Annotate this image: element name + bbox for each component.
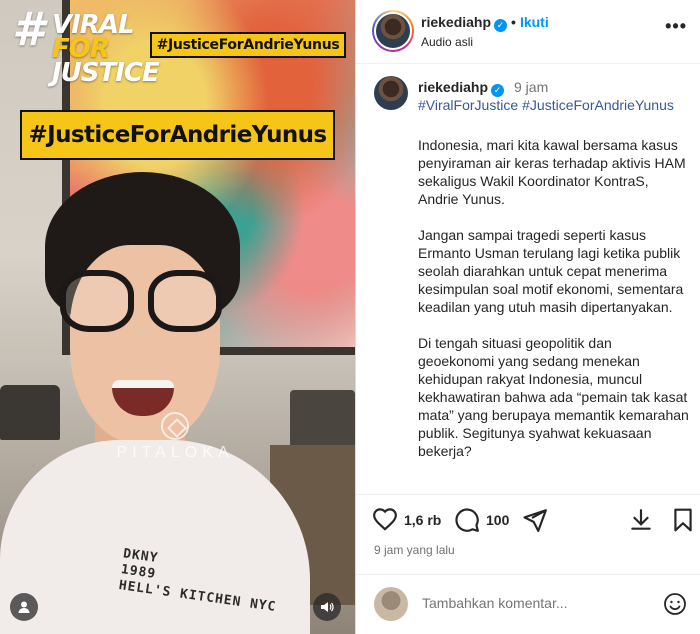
emoji-icon[interactable] (663, 592, 687, 616)
comment-button[interactable]: 100 (454, 507, 509, 533)
glasses-left-lens (60, 270, 134, 332)
comment-input[interactable] (422, 595, 652, 611)
hashtag-link[interactable]: #JusticeForAndrieYunus (522, 97, 674, 113)
author-username[interactable]: riekediahp (421, 14, 491, 30)
logo-word-justice: JUSTICE (52, 58, 160, 88)
header-user-line: riekediahp ✓ • Ikuti (421, 14, 549, 32)
caption-body: Indonesia, mari kita kawal bersama kasus… (418, 136, 690, 478)
sewing-machine (290, 390, 355, 450)
post-panel: riekediahp ✓ • Ikuti Audio asli ••• riekedi… (355, 0, 700, 634)
separator-dot: • (511, 14, 516, 30)
typewriter (0, 385, 60, 440)
original-audio-link[interactable]: Audio asli (421, 35, 473, 49)
caption-paragraph: Di tengah situasi geopolitik dan geoekon… (418, 335, 689, 459)
heart-icon (373, 508, 397, 531)
watermark-text: PITALOKA (116, 444, 234, 461)
like-button[interactable]: 1,6 rb (372, 507, 441, 533)
add-comment-bar (356, 574, 700, 634)
caption-paragraph: Jangan sampai tragedi seperti kasus Erma… (418, 227, 684, 315)
comment-icon (455, 508, 479, 532)
logo-hash: # (12, 2, 45, 56)
viewer-avatar (374, 587, 408, 621)
like-count[interactable]: 1,6 rb (404, 512, 441, 528)
share-button[interactable] (522, 507, 548, 533)
speaker-icon (321, 602, 334, 612)
hashtag-link[interactable]: #ViralForJustice (418, 97, 518, 113)
caption-username[interactable]: riekediahp ✓ (418, 79, 505, 97)
tagged-user-button[interactable] (10, 593, 38, 621)
post-header: riekediahp ✓ • Ikuti Audio asli ••• (356, 0, 700, 64)
logo-word-viral: VIRAL (52, 10, 135, 40)
save-button[interactable] (670, 507, 696, 533)
caption-hashtags: #ViralForJustice #JusticeForAndrieYunus (418, 97, 678, 113)
send-icon (523, 509, 547, 532)
hashtag-badge-large: #JusticeForAndrieYunus (20, 110, 335, 160)
caption-timestamp: 9 jam (514, 79, 549, 95)
glasses-right-lens (148, 270, 222, 332)
bookmark-icon (674, 508, 692, 532)
follow-button[interactable]: Ikuti (520, 14, 549, 30)
comment-count: 100 (486, 512, 510, 528)
reel-video[interactable]: DKNY 1989 HELL'S KITCHEN NYC # VIRAL FOR… (0, 0, 355, 634)
mute-toggle-button[interactable] (313, 593, 341, 621)
download-icon (631, 509, 651, 530)
verified-badge-icon: ✓ (494, 19, 508, 32)
user-icon (18, 601, 30, 613)
download-button[interactable] (628, 507, 654, 533)
verified-badge-icon: ✓ (491, 84, 505, 97)
pitaloka-watermark: PITALOKA (105, 412, 245, 462)
pitaloka-emblem-icon (161, 412, 189, 440)
author-avatar[interactable] (372, 10, 414, 52)
action-bar: 1,6 rb 100 9 jam yang lalu (356, 494, 700, 574)
post-time-ago: 9 jam yang lalu (374, 543, 455, 557)
more-options-button[interactable]: ••• (665, 16, 687, 37)
caption-paragraph: Indonesia, mari kita kawal bersama kasus… (418, 137, 686, 207)
logo-word-for: FOR (52, 34, 110, 64)
caption-username-text[interactable]: riekediahp (418, 79, 488, 95)
caption-scroll-area[interactable]: riekediahp ✓ 9 jam #ViralForJustice #Justi… (356, 64, 700, 494)
hashtag-badge-small: #JusticeForAndrieYunus (150, 32, 346, 58)
caption-author-avatar[interactable] (374, 76, 408, 110)
avatar-image (374, 12, 412, 50)
